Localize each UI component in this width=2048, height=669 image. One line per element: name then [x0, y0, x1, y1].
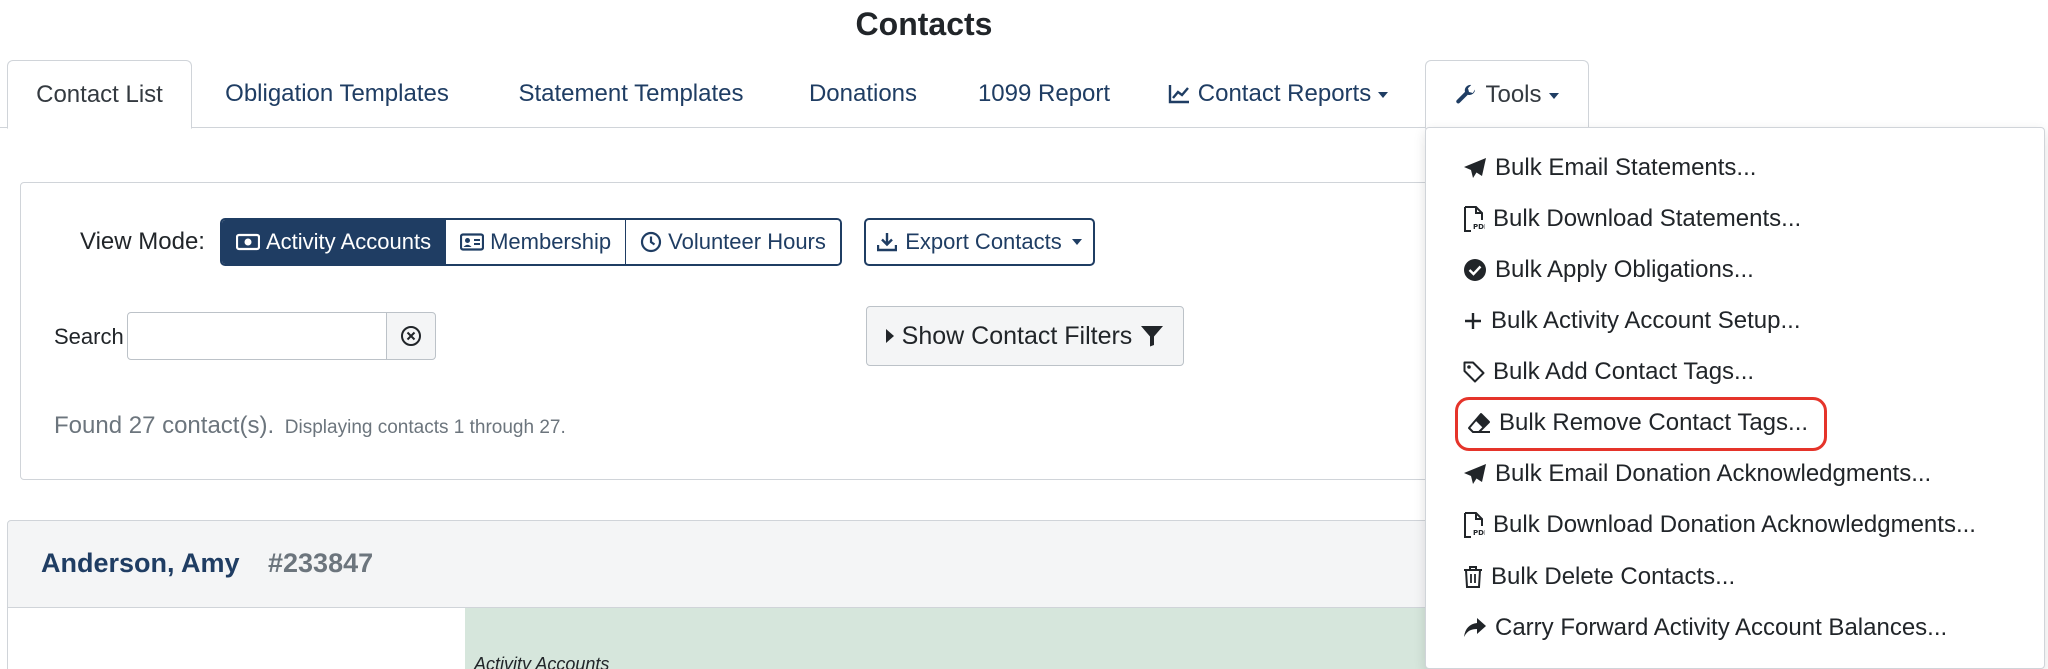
clock-icon	[641, 231, 662, 253]
contact-card-body	[7, 608, 465, 669]
menu-item-label: Bulk Email Donation Acknowledgments...	[1495, 460, 1932, 487]
view-mode-label: View Mode:	[80, 228, 205, 255]
export-label: Export Contacts	[905, 229, 1062, 254]
search-label: Search	[54, 324, 124, 349]
paper-plane-icon	[1464, 464, 1486, 484]
tab-label: Contact Reports	[1197, 80, 1372, 107]
menu-item-bulk-delete-contacts[interactable]: Bulk Delete Contacts...	[1463, 557, 1735, 597]
wrench-icon	[1456, 84, 1476, 103]
id-card-icon	[460, 233, 485, 251]
tab-label: Tools	[1485, 80, 1542, 108]
show-contact-filters-button[interactable]: Show Contact Filters	[866, 306, 1184, 366]
activity-accounts-label: Activity Accounts	[474, 654, 610, 669]
tab-1099-report[interactable]: 1099 Report	[946, 60, 1142, 128]
tab-label: Statement Templates	[518, 80, 744, 107]
view-mode-activity-accounts[interactable]: Activity Accounts	[222, 220, 447, 264]
tab-label: 1099 Report	[977, 80, 1111, 107]
contact-id: #233847	[268, 548, 374, 578]
menu-item-bulk-email-donation-acknowledgments[interactable]: Bulk Email Donation Acknowledgments...	[1463, 454, 1931, 494]
tab-label: Contact List	[36, 80, 163, 108]
menu-item-label: Bulk Add Contact Tags...	[1493, 358, 1755, 385]
tag-icon	[1463, 361, 1485, 383]
menu-item-bulk-apply-obligations[interactable]: Bulk Apply Obligations...	[1463, 250, 1754, 290]
menu-item-label: Bulk Activity Account Setup...	[1491, 307, 1801, 334]
menu-item-label: Bulk Download Statements...	[1493, 205, 1802, 232]
pdf-file-icon: PDF	[1464, 206, 1485, 232]
menu-item-label: Bulk Download Donation Acknowledgments..…	[1493, 511, 1976, 538]
plus-icon	[1465, 313, 1481, 329]
menu-item-bulk-download-donation-acknowledgments[interactable]: PDF Bulk Download Donation Acknowledgmen…	[1463, 505, 1976, 545]
menu-item-bulk-add-contact-tags[interactable]: Bulk Add Contact Tags...	[1463, 352, 1754, 392]
results-summary: Found 27 contact(s). Displaying contacts…	[54, 412, 566, 440]
svg-text:PDF: PDF	[1473, 529, 1485, 537]
money-bill-icon	[236, 233, 260, 251]
view-mode-membership[interactable]: Membership	[446, 220, 627, 264]
option-label: Volunteer Hours	[668, 229, 826, 254]
results-range: Displaying contacts 1 through 27.	[284, 417, 566, 438]
contact-name-link[interactable]: Anderson, Amy	[41, 548, 240, 579]
menu-item-bulk-download-statements[interactable]: PDF Bulk Download Statements...	[1463, 199, 1801, 239]
option-label: Activity Accounts	[266, 229, 432, 254]
highlight-annotation	[1455, 397, 1827, 451]
tab-statement-templates[interactable]: Statement Templates	[482, 60, 780, 128]
tab-obligation-templates[interactable]: Obligation Templates	[192, 60, 482, 128]
option-label: Membership	[490, 229, 612, 254]
download-icon	[877, 233, 898, 252]
pdf-file-icon: PDF	[1464, 512, 1485, 538]
tab-label: Donations	[808, 80, 918, 107]
tab-bar: Contact List Obligation Templates Statem…	[0, 60, 1848, 129]
clear-search-button[interactable]	[386, 312, 436, 360]
page-title: Contacts	[855, 6, 993, 42]
menu-item-label: Bulk Apply Obligations...	[1495, 256, 1754, 283]
menu-item-label: Carry Forward Activity Account Balances.…	[1495, 614, 1948, 641]
tab-donations[interactable]: Donations	[780, 60, 946, 128]
filters-label: Show Contact Filters	[901, 321, 1133, 350]
caret-down-icon	[1071, 239, 1082, 245]
tab-tools[interactable]: Tools	[1425, 60, 1589, 129]
share-arrow-icon	[1464, 618, 1486, 637]
menu-item-bulk-email-statements[interactable]: Bulk Email Statements...	[1463, 148, 1756, 188]
filter-icon	[1141, 326, 1164, 347]
paper-plane-icon	[1464, 158, 1486, 178]
caret-down-icon	[1548, 92, 1559, 99]
svg-text:PDF: PDF	[1473, 223, 1485, 231]
caret-right-icon	[885, 329, 894, 343]
caret-down-icon	[1378, 92, 1389, 98]
view-mode-volunteer-hours[interactable]: Volunteer Hours	[626, 220, 840, 264]
tab-contact-list[interactable]: Contact List	[7, 60, 192, 129]
check-circle-icon	[1464, 259, 1486, 281]
export-contacts-button[interactable]: Export Contacts	[864, 218, 1095, 266]
tab-label: Obligation Templates	[225, 80, 449, 107]
tab-contact-reports[interactable]: Contact Reports	[1142, 60, 1414, 128]
trash-icon	[1464, 566, 1482, 588]
menu-item-label: Bulk Email Statements...	[1495, 154, 1757, 181]
view-mode-toggle: Activity Accounts Membership Volunteer H…	[220, 218, 842, 266]
menu-item-label: Bulk Delete Contacts...	[1491, 563, 1736, 590]
menu-item-bulk-activity-account-setup[interactable]: Bulk Activity Account Setup...	[1463, 301, 1801, 341]
circle-x-icon	[401, 326, 421, 346]
line-chart-icon	[1168, 85, 1189, 104]
search-input[interactable]	[127, 312, 387, 360]
results-count: Found 27 contact(s).	[54, 412, 275, 439]
menu-item-carry-forward-balances[interactable]: Carry Forward Activity Account Balances.…	[1463, 608, 1947, 648]
